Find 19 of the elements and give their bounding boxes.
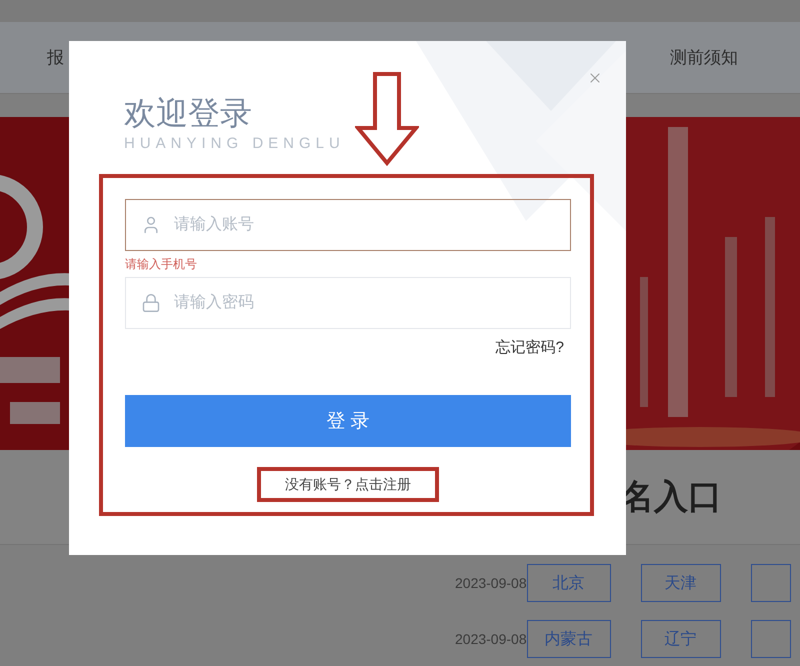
dialog-subtitle: HUANYING DENGLU	[124, 135, 345, 152]
region-button[interactable]	[750, 620, 791, 658]
nav-link[interactable]: 报	[47, 46, 64, 69]
date-text: 2023-09-08	[455, 631, 527, 647]
forgot-password-link[interactable]: 忘记密码?	[496, 337, 564, 359]
region-button[interactable]: 辽宁	[640, 620, 721, 658]
password-field[interactable]: 请输入密码	[125, 277, 571, 329]
date-text: 2023-09-08	[455, 575, 527, 591]
region-button[interactable]	[750, 564, 791, 602]
dialog-title: 欢迎登录	[124, 94, 252, 133]
account-field[interactable]: 请输入账号	[125, 199, 571, 251]
login-button[interactable]: 登 录	[125, 395, 571, 447]
region-button[interactable]: 天津	[640, 564, 721, 602]
nav-link[interactable]: 测前须知	[670, 46, 738, 69]
error-message: 请输入手机号	[125, 256, 198, 273]
region-button[interactable]: 北京	[526, 564, 611, 602]
register-link[interactable]: 没有账号？点击注册	[257, 467, 439, 502]
region-button[interactable]: 内蒙古	[526, 620, 611, 658]
lock-icon	[141, 293, 161, 313]
